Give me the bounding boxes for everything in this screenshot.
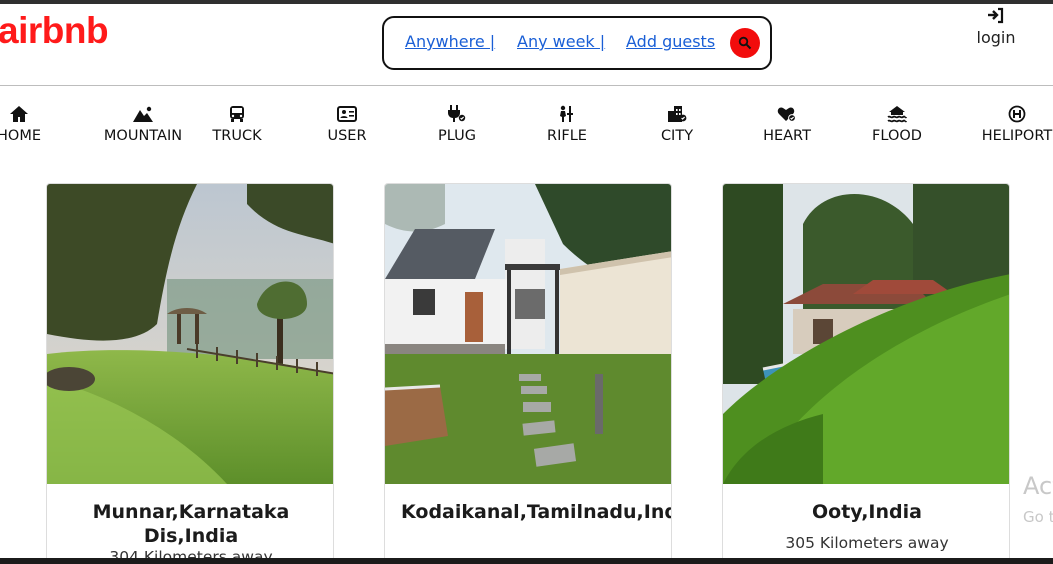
listing-photo[interactable] (47, 184, 334, 484)
heliport-icon (1008, 105, 1026, 123)
search-button[interactable] (730, 28, 760, 58)
category-label: MOUNTAIN (103, 128, 183, 144)
anywhere-link[interactable]: Anywhere | (405, 32, 495, 51)
any-week-link[interactable]: Any week | (517, 32, 605, 51)
city-icon (668, 106, 687, 122)
category-label: FLOOD (872, 128, 922, 144)
login-label: login (976, 28, 1016, 47)
category-home[interactable]: HOME (0, 104, 42, 144)
category-label: RIFLE (547, 128, 587, 144)
add-guests-link[interactable]: Add guests (626, 32, 715, 51)
category-label: HOME (0, 128, 41, 144)
login-button[interactable]: login (968, 7, 1024, 47)
activate-windows-subtext: Go to (1023, 508, 1053, 526)
plug-icon (448, 105, 466, 122)
home-icon (10, 106, 28, 122)
listing-title: Kodaikanal,Tamilnadu,India (401, 501, 672, 523)
category-label: HELIPORT (981, 128, 1053, 144)
flood-icon (887, 106, 907, 123)
listing-title: Munnar,Karnataka Dis,India (92, 501, 290, 547)
window-top-edge (0, 0, 1053, 4)
category-label: CITY (660, 128, 694, 144)
category-label: TRUCK (212, 128, 262, 144)
heart-icon (777, 107, 796, 122)
search-bar: Anywhere | Any week | Add guests (382, 16, 772, 70)
listing-card[interactable]: Kodaikanal,Tamilnadu,India (384, 183, 672, 564)
category-truck[interactable]: TRUCK (208, 104, 266, 144)
rifle-icon (560, 105, 573, 122)
search-icon (738, 36, 752, 50)
category-label: USER (327, 128, 367, 144)
user-card-icon (337, 106, 357, 122)
airbnb-logo[interactable]: airbnb (0, 10, 109, 52)
listing-photo[interactable] (723, 184, 1010, 484)
listing-title: Ooty,India (812, 501, 922, 523)
window-bottom-edge (0, 558, 1053, 564)
header-divider (0, 85, 1053, 86)
category-flood[interactable]: FLOOD (868, 104, 926, 144)
category-label: HEART (763, 128, 811, 144)
truck-icon (230, 106, 244, 122)
listing-card[interactable]: Munnar,Karnataka Dis,India 304 Kilometer… (46, 183, 334, 564)
listing-photo[interactable] (385, 184, 672, 484)
category-heart[interactable]: HEART (759, 104, 815, 144)
mountain-icon (133, 106, 153, 122)
category-mountain[interactable]: MOUNTAIN (100, 104, 186, 144)
category-plug[interactable]: PLUG (433, 104, 481, 144)
login-icon (988, 7, 1004, 24)
listing-distance: 305 Kilometers away (785, 534, 949, 552)
activate-windows-watermark: Act (1023, 472, 1053, 500)
category-heliport[interactable]: HELIPORT (980, 104, 1053, 144)
category-user[interactable]: USER (322, 104, 372, 144)
category-label: PLUG (438, 128, 476, 144)
category-rifle[interactable]: RIFLE (544, 104, 590, 144)
category-city[interactable]: CITY (654, 104, 700, 144)
listing-card[interactable]: Ooty,India 305 Kilometers away (722, 183, 1010, 564)
